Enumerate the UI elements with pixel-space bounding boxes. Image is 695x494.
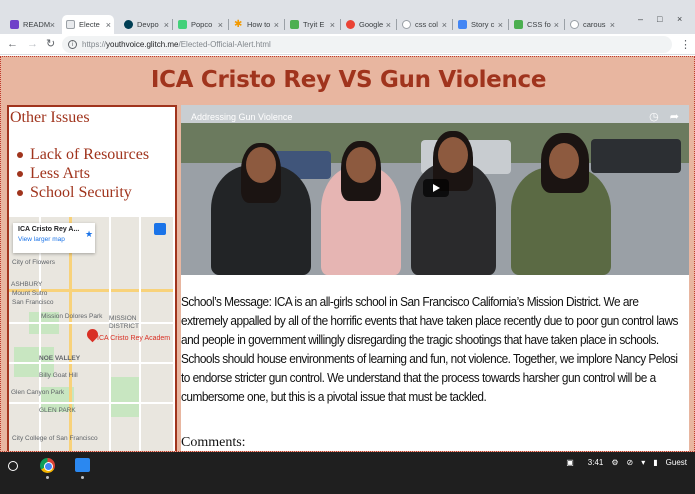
browser-toolbar: ← → ↻ i https://youthvoice.glitch.me/Ele…: [0, 34, 695, 55]
doc-icon: [458, 20, 467, 29]
chrome-icon[interactable]: [40, 458, 55, 473]
tab-popcorn[interactable]: Popco ×: [174, 15, 226, 34]
tab-strip: READM × Electe × Devpo × Popco × ✱ How to × T…: [0, 0, 695, 34]
view-larger-map-link[interactable]: View larger map: [18, 236, 90, 243]
w3-icon: [290, 20, 299, 29]
close-icon[interactable]: ×: [50, 20, 55, 30]
bullet-icon: [17, 170, 23, 177]
page-viewport: ICA Cristo Rey VS Gun Violence Other Iss…: [0, 56, 695, 452]
devpost-icon: [124, 20, 133, 29]
sidebar-heading: Other Issues: [10, 109, 90, 126]
video-icons: ◷ ➦: [649, 110, 679, 123]
close-icon[interactable]: ×: [610, 20, 615, 30]
map-info-card[interactable]: ICA Cristo Rey A... View larger map: [13, 223, 95, 253]
list-item: School Security: [17, 183, 149, 202]
embedded-map[interactable]: ICA Cristo Rey A... View larger map ★ Ci…: [9, 217, 173, 451]
close-icon[interactable]: ×: [106, 20, 111, 30]
wifi-icon: ▾: [641, 458, 646, 467]
close-icon[interactable]: ×: [442, 20, 447, 30]
watch-later-icon[interactable]: ◷: [649, 111, 659, 123]
page-title: ICA Cristo Rey VS Gun Violence: [150, 67, 547, 93]
settings-icon: ⚙: [611, 458, 619, 467]
info-icon[interactable]: i: [68, 40, 77, 49]
close-icon[interactable]: ×: [164, 20, 169, 30]
close-icon[interactable]: ×: [274, 20, 279, 30]
close-icon[interactable]: ×: [386, 20, 391, 30]
list-item: Less Arts: [17, 164, 149, 183]
tab-elected[interactable]: Electe ×: [62, 15, 114, 34]
back-icon[interactable]: ←: [7, 37, 18, 51]
taskbar: ▣ 3:41 ⚙ ⊘ ▾ ▮ Guest: [0, 452, 695, 494]
google-icon: [346, 20, 355, 29]
tab-tryit[interactable]: Tryit E ×: [286, 15, 338, 34]
google-g-icon: [570, 20, 579, 29]
tab-story[interactable]: Story c ×: [454, 15, 506, 34]
tab-carousel[interactable]: carous ×: [566, 15, 618, 34]
street-view-icon[interactable]: [154, 223, 166, 235]
forward-icon[interactable]: →: [27, 37, 38, 51]
share-icon[interactable]: ➦: [670, 111, 679, 123]
menu-icon[interactable]: ⋮: [680, 38, 691, 51]
close-icon[interactable]: ×: [330, 20, 335, 30]
tab-css-fo[interactable]: CSS fo ×: [510, 15, 562, 34]
issue-list: Lack of Resources Less Arts School Secur…: [17, 145, 149, 202]
list-item: Lack of Resources: [17, 145, 149, 164]
tab-readme[interactable]: READM ×: [6, 15, 58, 34]
school-message-section: School’s Message: ICA is an all-girls sc…: [181, 275, 689, 451]
play-button[interactable]: [423, 179, 449, 197]
system-tray[interactable]: ▣ 3:41 ⚙ ⊘ ▾ ▮ Guest: [558, 458, 687, 467]
google-g-icon: [402, 20, 411, 29]
play-icon: [432, 184, 440, 192]
minimize-icon[interactable]: –: [638, 14, 643, 24]
maximize-icon[interactable]: □: [657, 14, 662, 24]
tab-css-color[interactable]: css col ×: [398, 15, 450, 34]
popcorn-icon: [178, 20, 187, 29]
bullet-icon: [17, 189, 23, 196]
close-icon[interactable]: ×: [498, 20, 503, 30]
window-close-icon[interactable]: ×: [677, 14, 682, 24]
files-icon[interactable]: [75, 458, 90, 472]
close-icon[interactable]: ×: [218, 20, 223, 30]
video-player[interactable]: Addressing Gun Violence ◷ ➦: [181, 105, 689, 275]
school-message: School’s Message: ICA is an all-girls sc…: [181, 295, 678, 405]
bullet-icon: [17, 151, 23, 158]
comments-heading: Comments:: [181, 435, 246, 450]
sidebar: Other Issues Lack of Resources Less Arts…: [7, 105, 177, 451]
github-icon: [10, 20, 19, 29]
w3-icon: [514, 20, 523, 29]
tab-google[interactable]: Google ×: [342, 15, 394, 34]
screenshot-icon: ▣: [566, 458, 574, 467]
tab-howto[interactable]: ✱ How to ×: [230, 15, 282, 34]
page-icon: [66, 20, 75, 29]
reload-icon[interactable]: ↻: [46, 37, 55, 51]
star-icon[interactable]: ★: [85, 229, 93, 240]
close-icon[interactable]: ×: [554, 20, 559, 30]
user-label: Guest: [665, 458, 687, 467]
notification-icon: ⊘: [626, 458, 634, 467]
tab-devpost[interactable]: Devpo ×: [120, 15, 172, 34]
battery-icon: ▮: [653, 458, 658, 467]
clock: 3:41: [587, 458, 604, 467]
address-bar[interactable]: i https://youthvoice.glitch.me/Elected-O…: [62, 36, 672, 53]
asterisk-icon: ✱: [234, 19, 243, 30]
launcher-icon[interactable]: [8, 461, 18, 471]
video-title: Addressing Gun Violence: [191, 112, 293, 122]
